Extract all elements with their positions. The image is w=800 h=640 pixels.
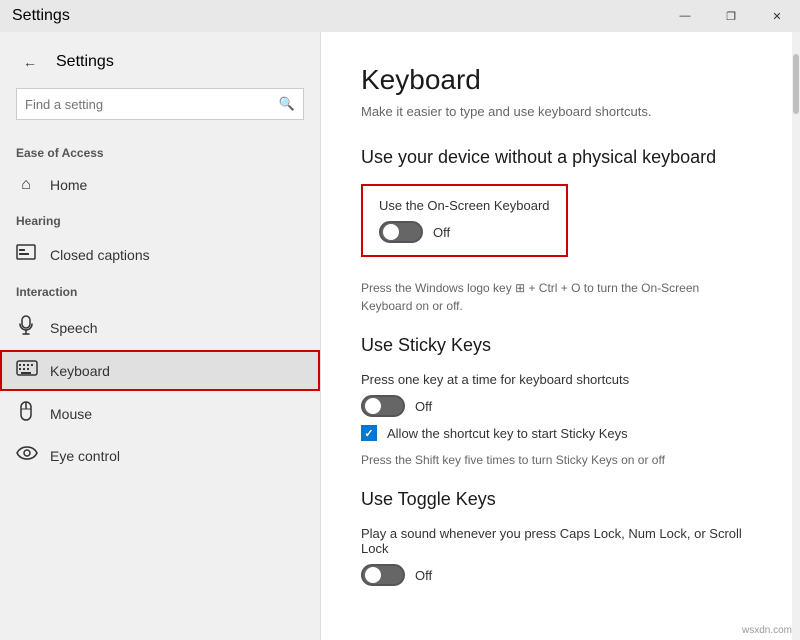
search-box[interactable]: 🔍 [16,88,304,120]
search-input[interactable] [25,97,279,112]
toggle-keys-toggle[interactable] [361,564,405,586]
sticky-knob [365,398,381,414]
onscreen-keyboard-block: Use the On-Screen Keyboard Off [361,184,568,257]
content-area: Keyboard Make it easier to type and use … [320,32,800,640]
watermark: wsxdn.com [742,625,792,636]
sidebar-item-eye-control-label: Eye control [50,448,120,464]
close-button[interactable]: ✕ [754,0,800,32]
sidebar: ← Settings 🔍 Ease of Access ⌂ Home Heari… [0,32,320,640]
sidebar-item-home-label: Home [50,177,87,193]
sticky-keys-note: Press the Shift key five times to turn S… [361,451,760,469]
section3-heading: Use Toggle Keys [361,489,760,510]
sticky-keys-toggle[interactable] [361,395,405,417]
sidebar-item-closed-captions-label: Closed captions [50,247,150,263]
onscreen-keyboard-toggle-row: Off [379,221,550,243]
titlebar-title: Settings [12,7,70,25]
onscreen-keyboard-note: Press the Windows logo key ⊞ + Ctrl + O … [361,279,760,315]
sidebar-item-eye-control[interactable]: Eye control [0,436,320,475]
sidebar-header: ← Settings [0,40,320,88]
sticky-keys-checkbox-row: Allow the shortcut key to start Sticky K… [361,425,760,441]
home-icon: ⌂ [16,176,36,194]
speech-icon [16,315,36,340]
interaction-section-label: Interaction [0,275,320,305]
eye-control-icon [16,446,36,465]
page-subtitle: Make it easier to type and use keyboard … [361,104,760,119]
section1-heading: Use your device without a physical keybo… [361,147,760,168]
sticky-keys-desc: Press one key at a time for keyboard sho… [361,372,760,387]
section2-heading: Use Sticky Keys [361,335,760,356]
sidebar-app-title: Settings [56,53,114,71]
sticky-keys-checkbox-label: Allow the shortcut key to start Sticky K… [387,426,628,441]
toggle-keys-desc: Play a sound whenever you press Caps Loc… [361,526,760,556]
titlebar-controls: — ❐ ✕ [662,0,800,32]
closed-captions-icon [16,244,36,265]
toggle-keys-knob [365,567,381,583]
sidebar-item-keyboard[interactable]: Keyboard [0,350,320,391]
sticky-keys-toggle-row: Off [361,395,760,417]
toggle-keys-toggle-row: Off [361,564,760,586]
maximize-button[interactable]: ❐ [708,0,754,32]
titlebar-left: Settings [12,7,70,25]
hearing-section-label: Hearing [0,204,320,234]
search-icon: 🔍 [279,96,295,112]
titlebar: Settings — ❐ ✕ [0,0,800,32]
mouse-icon [16,401,36,426]
page-title: Keyboard [361,64,760,96]
ease-of-access-label: Ease of Access [0,136,320,166]
sidebar-item-mouse-label: Mouse [50,406,92,422]
onscreen-keyboard-toggle-label: Off [433,225,450,240]
sidebar-item-home[interactable]: ⌂ Home [0,166,320,204]
toggle-keys-block: Play a sound whenever you press Caps Loc… [361,526,760,586]
sticky-keys-toggle-label: Off [415,399,432,414]
main-window: ← Settings 🔍 Ease of Access ⌂ Home Heari… [0,32,800,640]
sidebar-item-closed-captions[interactable]: Closed captions [0,234,320,275]
sidebar-item-keyboard-label: Keyboard [50,363,110,379]
minimize-button[interactable]: — [662,0,708,32]
keyboard-icon [16,360,36,381]
sticky-keys-checkbox[interactable] [361,425,377,441]
toggle-knob [383,224,399,240]
onscreen-keyboard-toggle[interactable] [379,221,423,243]
onscreen-keyboard-label: Use the On-Screen Keyboard [379,198,550,213]
back-button[interactable]: ← [16,48,44,76]
scrollbar-track[interactable] [792,32,800,640]
back-icon: ← [23,54,37,70]
sidebar-item-speech[interactable]: Speech [0,305,320,350]
sidebar-item-mouse[interactable]: Mouse [0,391,320,436]
sidebar-item-speech-label: Speech [50,320,97,336]
sticky-keys-block: Press one key at a time for keyboard sho… [361,372,760,469]
toggle-keys-toggle-label: Off [415,568,432,583]
scrollbar-thumb[interactable] [793,54,799,114]
